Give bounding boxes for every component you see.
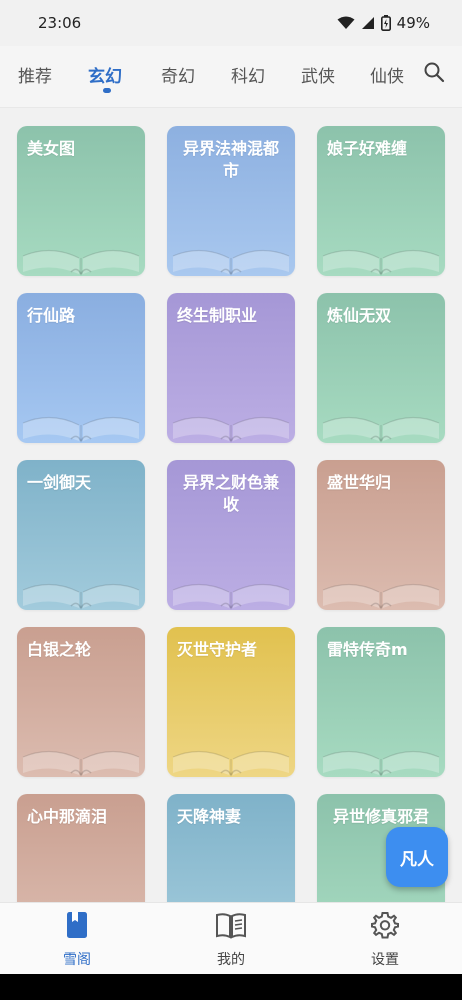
nav-item-mine[interactable]: 我的 (191, 911, 271, 969)
active-tab-indicator (103, 88, 111, 93)
tab-qihuan[interactable]: 奇幻 (161, 62, 195, 87)
book-card[interactable]: 白银之轮 (17, 627, 145, 777)
wifi-icon (337, 16, 355, 30)
tab-wuxia[interactable]: 武侠 (301, 62, 335, 87)
book-card[interactable]: 雷特传奇m (317, 627, 445, 777)
status-time: 23:06 (38, 14, 82, 32)
category-tabs: 推荐 玄幻 奇幻 科幻 武侠 仙侠 (0, 46, 462, 108)
book-card[interactable]: 盛世华归 (317, 460, 445, 610)
tab-xuanhuan[interactable]: 玄幻 (88, 62, 122, 87)
book-grid: 美女图 异界法神混都市 娘子好难缠行仙路 终生制职业 炼仙无双一剑御天 异界之财色兼收 盛世… (0, 108, 462, 902)
book-title: 一剑御天 (27, 473, 92, 492)
book-card[interactable]: 行仙路 (17, 293, 145, 443)
book-title: 盛世华归 (327, 473, 392, 492)
signal-icon (361, 16, 375, 30)
open-book-illustration (322, 416, 440, 443)
book-card[interactable]: 灭世守护者 (167, 627, 295, 777)
open-book-illustration (322, 249, 440, 276)
open-book-illustration (22, 416, 140, 443)
nav-label-mine: 我的 (217, 952, 245, 968)
book-card[interactable]: 娘子好难缠 (317, 126, 445, 276)
gear-icon (371, 911, 399, 943)
open-book-illustration (172, 416, 290, 443)
book-card[interactable]: 心中那滴泪 (17, 794, 145, 902)
system-navigation-bar (0, 974, 462, 1000)
book-title: 雷特传奇m (327, 640, 408, 659)
open-book-icon (215, 911, 247, 943)
status-icons: 49% (337, 14, 430, 32)
nav-item-xuege[interactable]: 雪阁 (37, 911, 117, 969)
book-title: 灭世守护者 (177, 640, 258, 659)
search-button[interactable] (420, 60, 448, 88)
book-title: 终生制职业 (177, 306, 258, 325)
battery-level: 49% (396, 14, 430, 32)
open-book-illustration (172, 750, 290, 777)
open-book-illustration (22, 750, 140, 777)
book-title: 异世修真邪君 (332, 807, 429, 826)
floating-action-button[interactable]: 凡人 (386, 827, 448, 887)
book-title: 心中那滴泪 (27, 807, 108, 826)
book-card[interactable]: 炼仙无双 (317, 293, 445, 443)
search-icon (423, 61, 445, 87)
open-book-illustration (167, 884, 295, 902)
book-title: 异界之财色兼收 (182, 473, 279, 514)
open-book-illustration (22, 583, 140, 610)
nav-label-settings: 设置 (371, 952, 399, 968)
book-card[interactable]: 异界法神混都市 (167, 126, 295, 276)
book-title: 异界法神混都市 (182, 139, 279, 180)
book-title: 行仙路 (27, 306, 76, 325)
book-icon (64, 911, 90, 943)
book-title: 娘子好难缠 (327, 139, 408, 158)
book-title: 白银之轮 (27, 640, 92, 659)
nav-item-settings[interactable]: 设置 (345, 911, 425, 969)
tab-kehuan[interactable]: 科幻 (231, 62, 265, 87)
open-book-illustration (322, 750, 440, 777)
book-card[interactable]: 天降神妻 (167, 794, 295, 902)
book-title: 炼仙无双 (327, 306, 392, 325)
battery-icon (380, 15, 391, 31)
book-title: 美女图 (27, 139, 76, 158)
book-card[interactable]: 美女图 (17, 126, 145, 276)
status-bar: 23:06 49% (0, 0, 462, 46)
book-title: 天降神妻 (177, 807, 242, 826)
open-book-illustration (172, 583, 290, 610)
tab-recommended[interactable]: 推荐 (18, 62, 52, 87)
tab-xianxia[interactable]: 仙侠 (370, 62, 404, 87)
book-card[interactable]: 异界之财色兼收 (167, 460, 295, 610)
open-book-illustration (172, 249, 290, 276)
nav-label-xuege: 雪阁 (63, 952, 91, 968)
book-card[interactable]: 终生制职业 (167, 293, 295, 443)
open-book-illustration (17, 884, 145, 902)
open-book-illustration (322, 583, 440, 610)
book-card[interactable]: 一剑御天 (17, 460, 145, 610)
open-book-illustration (22, 249, 140, 276)
bottom-navigation: 雪阁 我的 设置 (0, 902, 462, 974)
